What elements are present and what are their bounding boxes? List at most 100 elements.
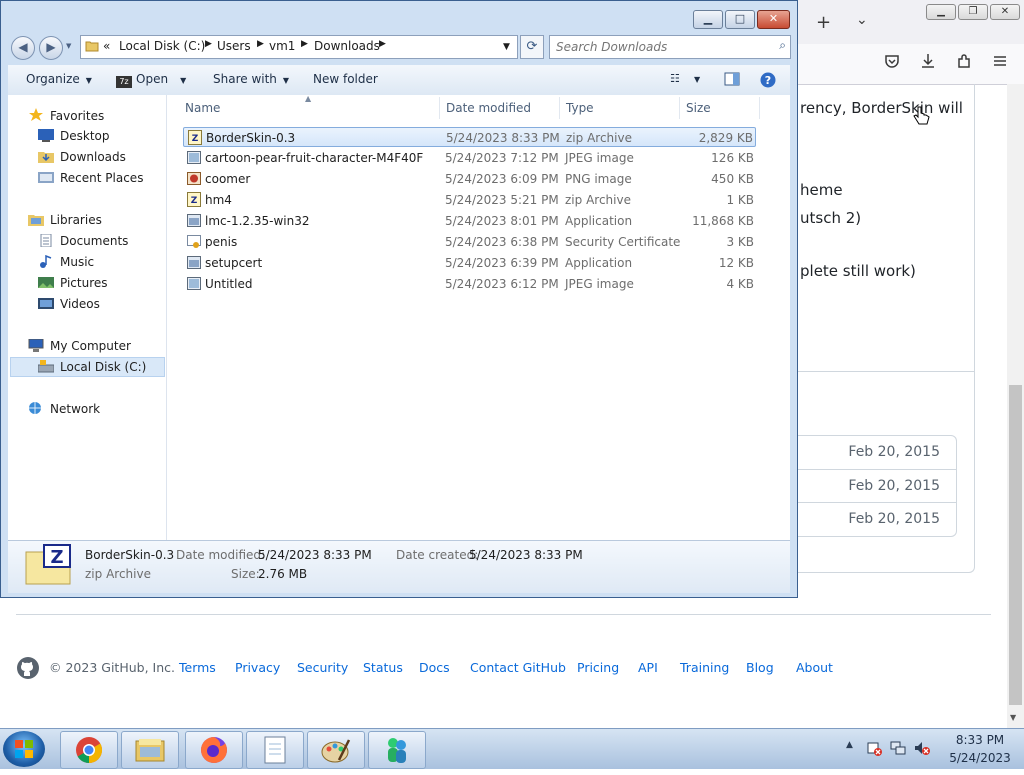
refresh-icon[interactable]: ⟳ [520, 35, 544, 59]
chevron-down-icon[interactable]: ⌄ [856, 12, 868, 28]
address-dropdown-icon[interactable]: ▼ [503, 42, 510, 52]
new-folder-button[interactable]: New folder [313, 72, 378, 86]
preview-pane-icon[interactable] [724, 72, 740, 89]
column-header-date-modified[interactable]: Date modified [446, 101, 531, 115]
start-button[interactable] [3, 731, 45, 767]
chrome-icon[interactable] [60, 731, 118, 769]
breadcrumb-downloads[interactable]: Downloads [314, 39, 380, 53]
footer-link-training[interactable]: Training [680, 660, 729, 675]
messenger-icon[interactable] [368, 731, 426, 769]
file-type: zip Archive [565, 193, 631, 207]
file-row[interactable]: cartoon-pear-fruit-character-M4F40F 5/24… [183, 148, 756, 168]
minimize-icon[interactable]: ▁ [693, 10, 723, 29]
breadcrumb-vm1[interactable]: vm1 [269, 39, 295, 53]
organize-button[interactable]: Organize ▼ [26, 72, 92, 86]
view-options-chevron-icon[interactable]: ▼ [694, 75, 700, 84]
footer-link-security[interactable]: Security [297, 660, 348, 675]
footer-link-pricing[interactable]: Pricing [577, 660, 619, 675]
nav-pictures[interactable]: Pictures [38, 276, 108, 290]
column-divider[interactable] [439, 97, 440, 119]
scrollbar-thumb[interactable] [1009, 385, 1022, 705]
file-row[interactable]: Z BorderSkin-0.3 5/24/2023 8:33 PM zip A… [183, 127, 756, 147]
github-logo-icon[interactable] [16, 656, 40, 683]
download-icon[interactable] [916, 52, 940, 76]
nav-downloads[interactable]: Downloads [38, 150, 126, 164]
release-asset-row[interactable]: Feb 20, 2015 [790, 469, 956, 503]
notepad-icon[interactable] [246, 731, 304, 769]
breadcrumb-separator-icon[interactable]: ▶ [379, 39, 386, 49]
footer-link-about[interactable]: About [796, 660, 833, 675]
column-header-type[interactable]: Type [566, 101, 594, 115]
nav-favorites[interactable]: Favorites [28, 108, 104, 123]
extensions-icon[interactable] [952, 52, 976, 76]
release-asset-row[interactable]: Feb 20, 2015 [790, 436, 956, 469]
footer-link-terms[interactable]: Terms [179, 660, 216, 675]
svg-text:Z: Z [50, 547, 63, 568]
recent-pages-chevron-icon[interactable]: ▼ [66, 42, 71, 50]
file-row[interactable]: coomer 5/24/2023 6:09 PM PNG image 450 K… [183, 169, 756, 189]
search-input[interactable] [554, 38, 768, 56]
nav-recent-places[interactable]: Recent Places [38, 171, 143, 185]
scroll-down-arrow-icon[interactable]: ▼ [1010, 713, 1016, 722]
forward-arrow-icon[interactable]: ▶ [39, 36, 63, 60]
column-header-size[interactable]: Size [686, 101, 711, 115]
chevron-down-icon: ▼ [282, 76, 290, 85]
network-icon[interactable] [890, 740, 906, 760]
footer-link-api[interactable]: API [638, 660, 658, 675]
breadcrumb-local-disk[interactable]: Local Disk (C:) [119, 39, 205, 53]
file-row[interactable]: Z hm4 5/24/2023 5:21 PM zip Archive 1 KB [183, 190, 756, 210]
file-explorer-icon[interactable] [121, 731, 179, 769]
breadcrumb-separator-icon[interactable]: ▶ [257, 39, 264, 49]
file-row[interactable]: Untitled 5/24/2023 6:12 PM JPEG image 4 … [183, 274, 756, 294]
minimize-icon[interactable]: ▁ [926, 4, 956, 20]
footer-link-contact[interactable]: Contact GitHub [470, 660, 566, 675]
nav-libraries[interactable]: Libraries [28, 213, 102, 227]
column-divider[interactable] [679, 97, 680, 119]
nav-music-label: Music [60, 255, 95, 269]
clock-date[interactable]: 5/24/2023 [944, 751, 1016, 765]
volume-icon[interactable] [914, 740, 930, 760]
close-icon[interactable]: ✕ [990, 4, 1020, 20]
firefox-icon[interactable] [185, 731, 243, 769]
footer-link-status[interactable]: Status [363, 660, 403, 675]
breadcrumb-overflow[interactable]: « [103, 39, 110, 53]
footer-link-docs[interactable]: Docs [419, 660, 450, 675]
help-icon[interactable]: ? [760, 72, 776, 91]
column-divider[interactable] [559, 97, 560, 119]
close-icon[interactable]: ✕ [757, 10, 790, 29]
search-icon[interactable]: ⌕ [779, 38, 786, 53]
paint-icon[interactable] [307, 731, 365, 769]
share-with-button[interactable]: Share with ▼ [213, 72, 289, 86]
footer-link-blog[interactable]: Blog [746, 660, 774, 675]
plus-icon[interactable]: + [816, 12, 831, 33]
column-divider[interactable] [759, 97, 760, 119]
pocket-icon[interactable] [880, 52, 904, 76]
footer-link-privacy[interactable]: Privacy [235, 660, 280, 675]
file-name: coomer [205, 172, 251, 186]
nav-local-disk[interactable]: Local Disk (C:) [37, 360, 146, 374]
column-header-name[interactable]: Name [185, 101, 220, 115]
nav-documents[interactable]: Documents [38, 233, 128, 248]
clock-time[interactable]: 8:33 PM [950, 733, 1010, 747]
nav-network[interactable]: Network [28, 402, 100, 416]
file-row[interactable]: lmc-1.2.35-win32 5/24/2023 8:01 PM Appli… [183, 211, 756, 231]
action-center-icon[interactable] [866, 740, 882, 760]
menu-icon[interactable] [988, 52, 1012, 76]
breadcrumb-users[interactable]: Users [217, 39, 251, 53]
nav-videos[interactable]: Videos [38, 297, 100, 311]
back-arrow-icon[interactable]: ◀ [11, 36, 35, 60]
maximize-icon[interactable]: □ [725, 10, 755, 29]
nav-desktop[interactable]: Desktop [38, 129, 110, 143]
file-row[interactable]: setupcert 5/24/2023 6:39 PM Application … [183, 253, 756, 273]
release-asset-row[interactable]: Feb 20, 2015 [790, 502, 956, 536]
change-view-icon[interactable]: ☷ [670, 72, 680, 85]
address-bar[interactable]: « Local Disk (C:) ▶ Users ▶ vm1 ▶ Downlo… [80, 35, 518, 59]
nav-music[interactable]: Music [38, 254, 95, 269]
file-row[interactable]: penis 5/24/2023 6:38 PM Security Certifi… [183, 232, 756, 252]
breadcrumb-separator-icon[interactable]: ▶ [205, 39, 212, 49]
restore-icon[interactable]: ❐ [958, 4, 988, 20]
nav-my-computer[interactable]: My Computer [28, 338, 131, 353]
breadcrumb-separator-icon[interactable]: ▶ [301, 39, 308, 49]
open-button[interactable]: 7z Open ▼ [116, 72, 186, 88]
show-hidden-icons-icon[interactable]: ▲ [846, 740, 853, 750]
